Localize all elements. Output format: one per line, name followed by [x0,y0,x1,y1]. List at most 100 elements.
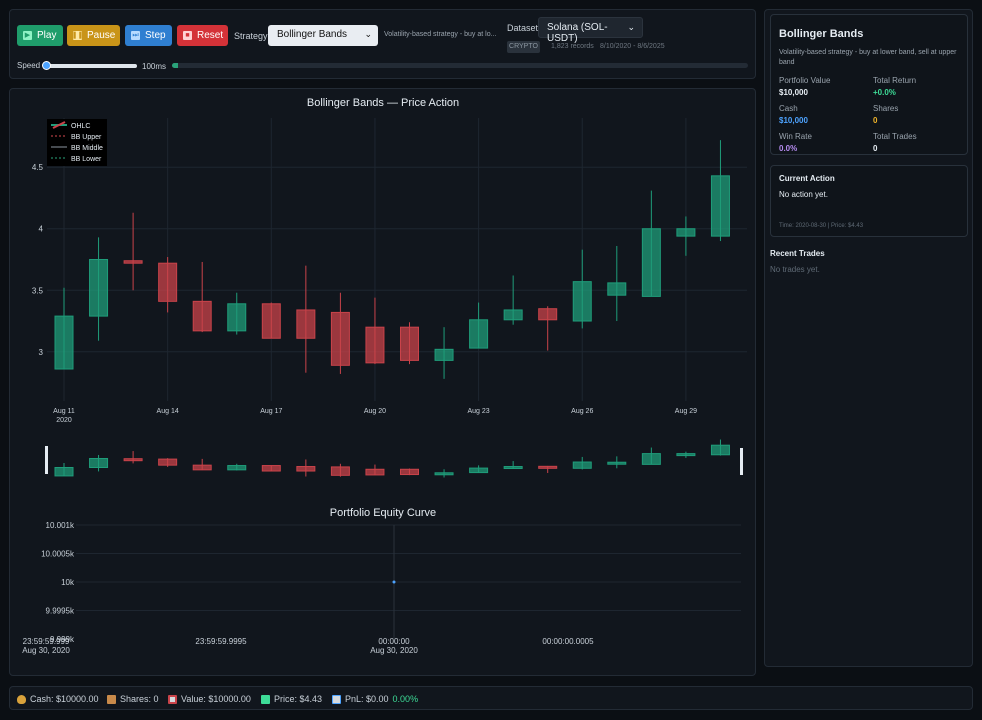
price-legend: OHLC BB Upper BB Middle BB Lower [47,119,107,166]
reset-button[interactable]: ■ Reset [177,25,228,46]
sidebar: Bollinger Bands Volatility-based strateg… [764,9,973,667]
price-candles [54,140,730,379]
package-icon [107,694,116,704]
mini-candle-body [469,467,489,474]
mini-candle-body [434,472,454,476]
price-x-tick-label: Aug 17 [260,408,282,415]
total-trades-value: 0 [873,144,878,153]
mini-candle-body [89,458,109,468]
candle-body [710,175,730,237]
ledger-icon [168,694,177,704]
range-slider-left-handle[interactable] [45,446,48,474]
chart-increasing-icon [261,694,270,704]
step-label: Step [145,30,166,41]
candle-body [676,228,696,237]
toolbar: ▶ Play ❚❚ Pause ⏭ Step ■ Reset Strategy … [9,9,756,79]
date-range: 8/10/2020 - 8/6/2025 [600,43,665,50]
speed-label: Speed [17,61,41,70]
strategy-description: Volatility-based strategy - buy at lower… [779,49,957,66]
play-label: Play [37,30,57,41]
bar-chart-icon [332,694,341,704]
candle-body [192,300,212,332]
price-axis: 3 3.5 4 4.5 Aug 11 2020 Aug 14 Aug 17 Aug 20 Aug … [32,163,697,424]
strategy-summary-card: Bollinger Bands Volatility-based strateg… [770,14,968,155]
price-chart-title: Bollinger Bands — Price Action [307,97,459,109]
charts[interactable]: Bollinger Bands — Price Action 3 3.5 4 4.5 A… [10,89,757,677]
candle-body [296,309,316,339]
mini-candle-body [261,465,281,472]
candle-body [227,303,247,332]
equity-x-tick-label: 23:59:59.9995 [195,637,247,646]
legend-label-ohlc: OHLC [71,123,90,130]
mini-candle-body [330,466,350,476]
stop-icon: ■ [183,31,192,40]
mini-candle-body [400,468,419,476]
candle-body [158,262,178,302]
legend-label-bb-lower: BB Lower [71,156,102,163]
candle-body [641,228,661,297]
price-y-tick-label: 4.5 [32,163,44,172]
status-shares-text: Shares: 0 [120,694,159,704]
range-slider-candles[interactable] [54,439,730,478]
strategy-description: Volatility-based strategy - buy at lo... [384,31,497,38]
dataset-selected: Solana (SOL-USDT) [547,22,608,44]
price-y-tick-label: 4 [39,225,44,234]
legend-label-bb-middle: BB Middle [71,145,103,152]
dataset-select[interactable]: Solana (SOL-USDT) ⌄ [538,17,643,44]
equity-x-tick-label: 00:00:00 [378,637,410,646]
status-value-text: Value: $10000.00 [181,694,251,704]
recent-trades-empty: No trades yet. [770,265,820,274]
price-x-tick-label: Aug 11 [53,408,75,415]
candle-body [261,303,281,339]
pause-button[interactable]: ❚❚ Pause [67,25,120,46]
candle-body [54,315,74,370]
candle-body [400,326,419,361]
price-x-tick-label: 2020 [56,417,72,424]
price-x-tick-label: Aug 14 [157,408,179,415]
speed-slider[interactable] [46,64,137,68]
playback-progress[interactable] [172,63,748,68]
mini-candle-body [158,458,178,466]
candle-body [365,326,385,364]
equity-x-tick-label: Aug 30, 2020 [22,646,70,655]
mini-candle-body [227,465,247,471]
portfolio-value-label: Portfolio Value [779,76,831,85]
total-return-label: Total Return [873,76,917,85]
price-x-tick-label: Aug 29 [675,408,697,415]
mini-candle-body [192,464,212,471]
mini-candle-body [710,444,730,456]
step-button[interactable]: ⏭ Step [125,25,172,46]
dataset-label: Dataset [507,23,539,33]
strategy-select[interactable]: Bollinger Bands ⌄ [268,25,378,46]
status-cash: Cash: $10000.00 [17,694,99,704]
candle-body [434,348,454,361]
equity-y-tick-label: 10.001k [46,521,75,530]
price-x-tick-label: Aug 26 [571,408,593,415]
equity-y-tick-label: 10.0005k [41,550,75,559]
mini-candle-body [296,466,316,472]
win-rate-label: Win Rate [779,132,812,141]
speed-slider-thumb[interactable] [42,61,51,70]
cash-label: Cash [779,104,798,113]
status-pnl-text: PnL: $0.00 [345,694,389,704]
asset-type-badge: CRYPTO [507,41,540,53]
play-button[interactable]: ▶ Play [17,25,63,46]
equity-chart-title: Portfolio Equity Curve [330,507,436,519]
pause-label: Pause [87,30,116,41]
range-slider-right-handle[interactable] [740,448,743,475]
legend-label-bb-upper: BB Upper [71,134,102,141]
chevron-down-icon: ⌄ [627,22,635,32]
mini-candle-body [503,466,523,470]
price-y-tick-label: 3.5 [32,286,44,295]
current-action-meta: Time: 2020-08-30 | Price: $4.43 [779,223,864,229]
mini-candle-body [641,453,661,465]
total-trades-label: Total Trades [873,132,917,141]
candle-body [538,308,558,321]
candle-body [89,259,109,317]
shares-label: Shares [873,104,899,113]
money-bag-icon [17,694,26,704]
status-pnl: PnL: $0.00 0.00% [332,694,418,704]
equity-y-tick-label: 9.9995k [46,607,75,616]
equity-x-tick-label: Aug 30, 2020 [370,646,418,655]
total-return: +0.0% [873,88,896,97]
